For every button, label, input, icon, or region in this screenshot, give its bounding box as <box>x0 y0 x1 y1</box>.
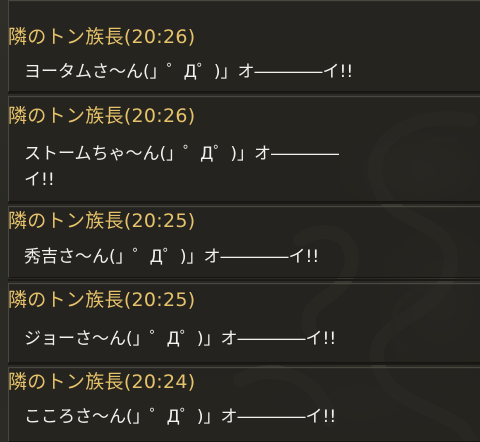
timestamp: (20:24) <box>123 371 196 393</box>
message-divider <box>8 363 480 365</box>
message-divider <box>8 279 480 281</box>
sender-name[interactable]: 隣のトン族長 <box>8 210 124 232</box>
chat-log: 隣のトン族長(20:26) ヨータムさ～ん(」゜Д゜)」オ――――イ!! 隣のト… <box>0 0 480 442</box>
message-text: こころさ～ん(」゜Д゜)」オ――――イ!! <box>24 407 337 427</box>
message-header: 隣のトン族長(20:25) <box>8 288 196 312</box>
message-header: 隣のトン族長(20:25) <box>8 209 196 233</box>
message-text-line-1: ストームちゃ～ん(」゜Д゜)」オ―――― <box>24 144 340 164</box>
sender-name[interactable]: 隣のトン族長 <box>8 105 124 127</box>
message-text: 秀吉さ～ん(」゜Д゜)」オ――――イ!! <box>24 247 320 267</box>
message-header: 隣のトン族長(20:26) <box>8 25 196 49</box>
timestamp: (20:26) <box>123 26 196 48</box>
message-text: ジョーさ～ん(」゜Д゜)」オ――――イ!! <box>24 329 337 349</box>
timestamp: (20:25) <box>123 210 196 232</box>
message-text-line-2: イ!! <box>24 170 55 190</box>
sender-name[interactable]: 隣のトン族長 <box>8 371 124 393</box>
message-divider <box>8 92 480 94</box>
sender-name[interactable]: 隣のトン族長 <box>8 26 124 48</box>
message-text: ヨータムさ～ん(」゜Д゜)」オ――――イ!! <box>24 62 354 82</box>
timestamp: (20:26) <box>123 105 196 127</box>
message-divider <box>8 202 480 204</box>
timestamp: (20:25) <box>123 289 196 311</box>
sender-name[interactable]: 隣のトン族長 <box>8 289 124 311</box>
message-header: 隣のトン族長(20:24) <box>8 370 196 394</box>
message-header: 隣のトン族長(20:26) <box>8 104 196 128</box>
